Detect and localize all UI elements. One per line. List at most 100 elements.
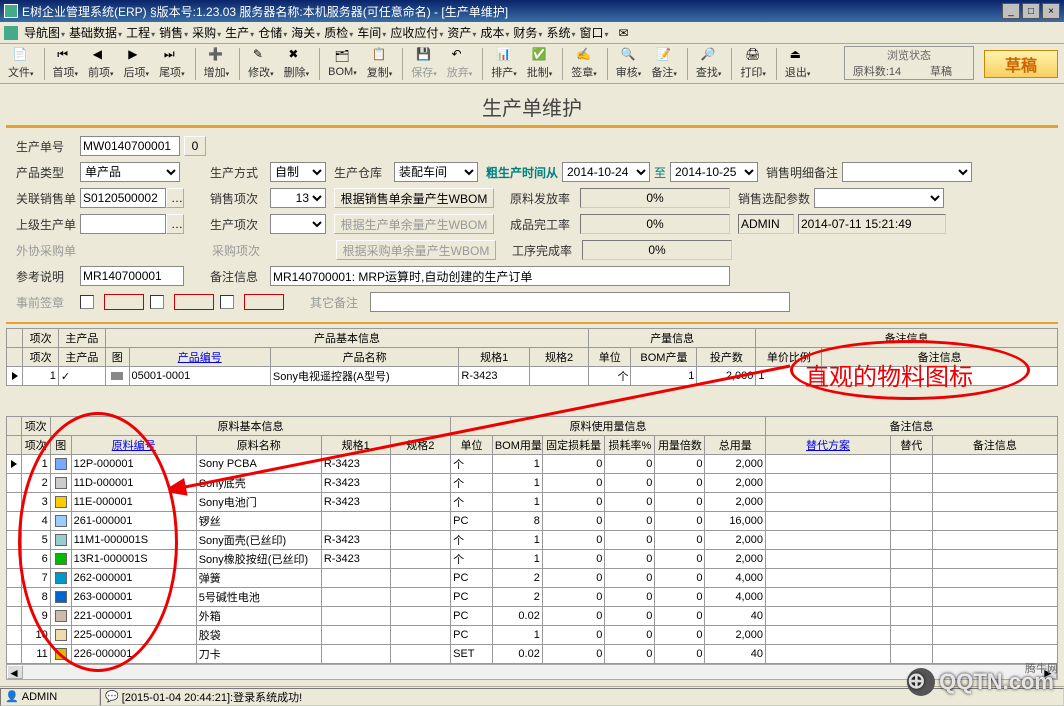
find-icon: 🔎: [701, 47, 717, 63]
menu-仓储[interactable]: 仓储: [258, 26, 287, 40]
titlebar: E树企业管理系统(ERP) §版本号:1.23.03 服务器名称:本机服务器(可…: [0, 0, 1064, 22]
menu-采购[interactable]: 采购: [192, 26, 221, 40]
scrollbar-h[interactable]: ◄ ►: [6, 664, 1058, 680]
table-row[interactable]: 11226-000001刀卡SET0.0200040: [7, 645, 1058, 664]
table-row[interactable]: 211D-000001Sony底壳R-3423个10002,000: [7, 474, 1058, 493]
menu-导航图[interactable]: 导航图: [24, 26, 65, 40]
up-order-input[interactable]: [80, 214, 166, 234]
presign-chk3[interactable]: [220, 295, 234, 309]
maximize-button[interactable]: □: [1022, 3, 1040, 19]
tool-next[interactable]: ▶后项▾: [120, 46, 154, 81]
minimize-button[interactable]: _: [1002, 3, 1020, 19]
menu-海关[interactable]: 海关: [291, 26, 320, 40]
ref-input[interactable]: [80, 266, 184, 286]
tool-sign[interactable]: ✍签章▾: [567, 46, 601, 81]
rel-sale-input[interactable]: [80, 188, 166, 208]
tool-note[interactable]: 📝备注▾: [647, 46, 681, 81]
presign-chk2[interactable]: [150, 295, 164, 309]
table-row[interactable]: 112P-000001Sony PCBAR-3423个10002,000: [7, 455, 1058, 474]
order-no-input[interactable]: [80, 136, 180, 156]
tool-bom[interactable]: 🗂BOM▾: [324, 48, 361, 79]
date-from-select[interactable]: 2014-10-24: [562, 162, 650, 182]
menu-财务[interactable]: 财务: [513, 26, 542, 40]
prod-mode-select[interactable]: 自制: [270, 162, 326, 182]
tool-exit[interactable]: ⏏退出▾: [781, 46, 815, 81]
table-row[interactable]: 4261-000001锣丝PC800016,000: [7, 512, 1058, 531]
table-row[interactable]: 10225-000001胶袋PC10002,000: [7, 626, 1058, 645]
watermark: ⊕QQTN.com: [907, 668, 1054, 696]
form-area: 生产单号 0 产品类型 单产品 生产方式 自制 生产仓库 装配车间 粗生产时间从…: [6, 128, 1058, 324]
tool-cancel[interactable]: ↶放弃▾: [443, 46, 477, 81]
material-icon: [55, 553, 67, 565]
menu-成本[interactable]: 成本: [480, 26, 509, 40]
edit-icon: ✎: [253, 47, 269, 63]
menu-销售[interactable]: 销售: [159, 26, 188, 40]
prod-wh-select[interactable]: 装配车间: [394, 162, 478, 182]
table-row[interactable]: 7262-000001弹簧PC20004,000: [7, 569, 1058, 588]
tool-copy[interactable]: 📋复制▾: [363, 46, 397, 81]
draft-button[interactable]: 草稿: [984, 50, 1058, 78]
prod-item-select[interactable]: [270, 214, 326, 234]
raw-rate-field: [580, 188, 730, 208]
date-to-select[interactable]: 2014-10-25: [670, 162, 758, 182]
sale-item-select[interactable]: 13: [270, 188, 326, 208]
menu-生产[interactable]: 生产: [225, 26, 254, 40]
gen-from-pur-button[interactable]: 根据采购单余量产生WBOM: [336, 240, 496, 260]
fin-rate-field: [580, 214, 730, 234]
close-button[interactable]: ×: [1042, 3, 1060, 19]
tool-add[interactable]: ➕增加▾: [200, 46, 234, 81]
order-seq-button[interactable]: 0: [184, 136, 206, 156]
tool-edit[interactable]: ✎修改▾: [244, 46, 278, 81]
tool-find[interactable]: 🔎查找▾: [692, 46, 726, 81]
window-title: E树企业管理系统(ERP) §版本号:1.23.03 服务器名称:本机服务器(可…: [22, 3, 1002, 20]
page-title: 生产单维护: [6, 84, 1058, 128]
compose-icon[interactable]: ✉: [619, 26, 629, 40]
sale-note-select[interactable]: [842, 162, 972, 182]
rel-sale-browse[interactable]: …: [166, 188, 184, 208]
product-grid: 项次主产品产品基本信息产量信息备注信息项次主产品图产品编号产品名称规格1规格2单…: [6, 328, 1058, 386]
sale-param-select[interactable]: [814, 188, 944, 208]
prod-type-select[interactable]: 单产品: [80, 162, 180, 182]
browse-title: 浏览状态: [845, 47, 973, 63]
menu-质检[interactable]: 质检: [324, 26, 353, 40]
gen-from-prod-button[interactable]: 根据生产单余量产生WBOM: [334, 214, 494, 234]
tool-print[interactable]: 🖨打印▾: [736, 46, 770, 81]
scroll-left-icon[interactable]: ◄: [7, 665, 23, 679]
material-icon: [55, 477, 67, 489]
menu-应收应付[interactable]: 应收应付: [390, 26, 443, 40]
menu-系统[interactable]: 系统: [546, 26, 575, 40]
table-row[interactable]: 8263-0000015号碱性电池PC20004,000: [7, 588, 1058, 607]
note-icon: 📝: [656, 47, 672, 63]
save-icon: 💾: [416, 47, 432, 63]
bom-icon: 🗂: [334, 49, 350, 65]
tool-plan[interactable]: 📊排产▾: [487, 46, 521, 81]
table-row[interactable]: 9221-000001外箱PC0.0200040: [7, 607, 1058, 626]
menu-基础数据[interactable]: 基础数据: [69, 26, 122, 40]
table-row[interactable]: 1✓05001-0001Sony电视遥控器(A型号)R-3423个12,0001: [7, 367, 1058, 386]
add-icon: ➕: [208, 47, 224, 63]
material-icon: [55, 629, 67, 641]
table-row[interactable]: 511M1-000001SSony面壳(已丝印)R-3423个10002,000: [7, 531, 1058, 550]
admin-field: [738, 214, 794, 234]
tool-first[interactable]: ⏮首项▾: [49, 46, 83, 81]
tool-approve[interactable]: ✅批制▾: [523, 46, 557, 81]
tool-file[interactable]: 📄文件▾: [4, 46, 38, 81]
other-note-input[interactable]: [370, 292, 790, 312]
tool-prev[interactable]: ◀前项▾: [84, 46, 118, 81]
table-row[interactable]: 613R1-000001SSony橡胶按纽(已丝印)R-3423个10002,0…: [7, 550, 1058, 569]
gen-from-sale-button[interactable]: 根据销售单余量产生WBOM: [334, 188, 494, 208]
menu-窗口[interactable]: 窗口: [579, 26, 608, 40]
material-icon: [55, 515, 67, 527]
up-order-browse[interactable]: …: [166, 214, 184, 234]
note-input[interactable]: [270, 266, 730, 286]
tool-audit[interactable]: 🔍审核▾: [612, 46, 646, 81]
menu-工程[interactable]: 工程: [126, 26, 155, 40]
tool-save[interactable]: 💾保存▾: [407, 46, 441, 81]
tool-last[interactable]: ⏭尾项▾: [155, 46, 189, 81]
tool-del[interactable]: ✖删除▾: [280, 46, 314, 81]
presign-chk1[interactable]: [80, 295, 94, 309]
table-row[interactable]: 311E-000001Sony电池门R-3423个10002,000: [7, 493, 1058, 512]
menu-资产[interactable]: 资产: [447, 26, 476, 40]
menu-车间[interactable]: 车间: [357, 26, 386, 40]
material-icon: [55, 591, 67, 603]
